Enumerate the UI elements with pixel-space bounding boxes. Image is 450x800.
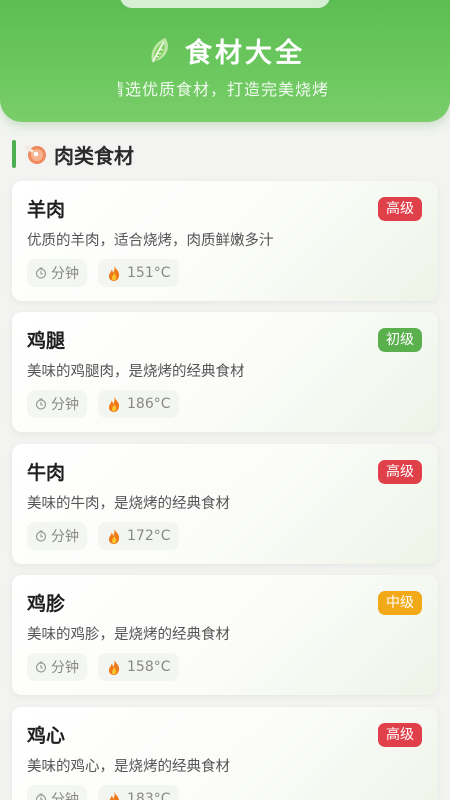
ingredient-description: 美味的牛肉，是烧烤的经典食材 (27, 496, 230, 512)
cook-time-chip: 分钟 (27, 259, 87, 287)
cook-time-chip: 分钟 (27, 390, 87, 418)
temperature-value: 151°C (127, 265, 171, 281)
cook-time-value: 分钟 (51, 792, 79, 800)
ingredient-card[interactable]: 鸡心 高级 美味的鸡心，是烧烤的经典食材 分钟 183°C (12, 707, 438, 800)
ingredient-name: 羊肉 (27, 199, 66, 221)
ingredient-name: 牛肉 (27, 462, 66, 484)
difficulty-badge: 高级 (378, 197, 422, 221)
difficulty-badge: 高级 (378, 723, 422, 747)
ingredient-description: 优质的羊肉，适合烧烤，肉质鲜嫩多汁 (27, 233, 274, 249)
temperature-chip: 151°C (98, 259, 179, 287)
header-title-row: 食材大全 (0, 28, 450, 72)
fire-icon (108, 396, 120, 412)
fire-icon (109, 791, 120, 800)
ingredient-description: 美味的鸡心，是烧烤的经典食材 (27, 759, 230, 775)
temperature-value: 183°C (127, 791, 171, 800)
temperature-value: 158°C (127, 659, 171, 675)
section-accent-bar (12, 140, 16, 168)
cook-time-value: 分钟 (51, 529, 79, 545)
temperature-value: 186°C (127, 396, 171, 412)
page-title: 食材大全 (185, 37, 305, 69)
leafy-vegetable-icon (151, 38, 168, 63)
temperature-chip: 183°C (98, 785, 179, 800)
clock-icon (35, 661, 47, 673)
clock-icon (35, 530, 47, 542)
cook-time-value: 分钟 (51, 266, 79, 282)
difficulty-badge: 高级 (378, 460, 422, 484)
cook-time-chip: 分钟 (27, 785, 87, 800)
cook-time-chip: 分钟 (27, 522, 87, 550)
header-subtitle: 请选优质食材，打造完美烧烤 (118, 80, 330, 99)
clock-icon (35, 267, 47, 279)
section-header: 肉类食材 (12, 140, 134, 168)
ingredient-description: 美味的鸡胗，是烧烤的经典食材 (27, 627, 230, 643)
temperature-chip: 186°C (98, 390, 179, 418)
ingredient-card[interactable]: 牛肉 高级 美味的牛肉，是烧烤的经典食材 分钟 172°C (12, 444, 438, 564)
section-title: 肉类食材 (54, 143, 134, 168)
ingredient-card[interactable]: 鸡腿 初级 美味的鸡腿肉，是烧烤的经典食材 分钟 186°C (12, 312, 438, 432)
fire-icon (108, 528, 120, 544)
difficulty-badge: 初级 (378, 328, 422, 352)
cook-time-chip: 分钟 (27, 653, 87, 681)
ingredient-card[interactable]: 鸡胗 中级 美味的鸡胗，是烧烤的经典食材 分钟 158°C (12, 575, 438, 695)
ingredient-name: 鸡心 (27, 725, 66, 747)
header-subtitle-marquee: 请选优质食材，打造完美烧烤 (118, 76, 332, 100)
cook-time-value: 分钟 (51, 660, 79, 676)
header-glow (120, 0, 330, 8)
temperature-chip: 172°C (98, 522, 179, 550)
ingredient-card[interactable]: 羊肉 高级 优质的羊肉，适合烧烤，肉质鲜嫩多汁 分钟 151°C (12, 181, 438, 301)
meat-icon (25, 145, 46, 164)
ingredient-description: 美味的鸡腿肉，是烧烤的经典食材 (27, 364, 245, 380)
fire-icon (108, 265, 120, 281)
clock-icon (35, 793, 47, 800)
fire-icon (108, 659, 120, 675)
clock-icon (35, 398, 47, 410)
ingredient-name: 鸡胗 (27, 593, 66, 615)
cook-time-value: 分钟 (51, 397, 79, 413)
header-banner: 食材大全 请选优质食材，打造完美烧烤 (0, 0, 450, 122)
difficulty-badge: 中级 (378, 591, 422, 615)
temperature-chip: 158°C (98, 653, 179, 681)
ingredient-name: 鸡腿 (27, 330, 66, 352)
temperature-value: 172°C (127, 528, 171, 544)
